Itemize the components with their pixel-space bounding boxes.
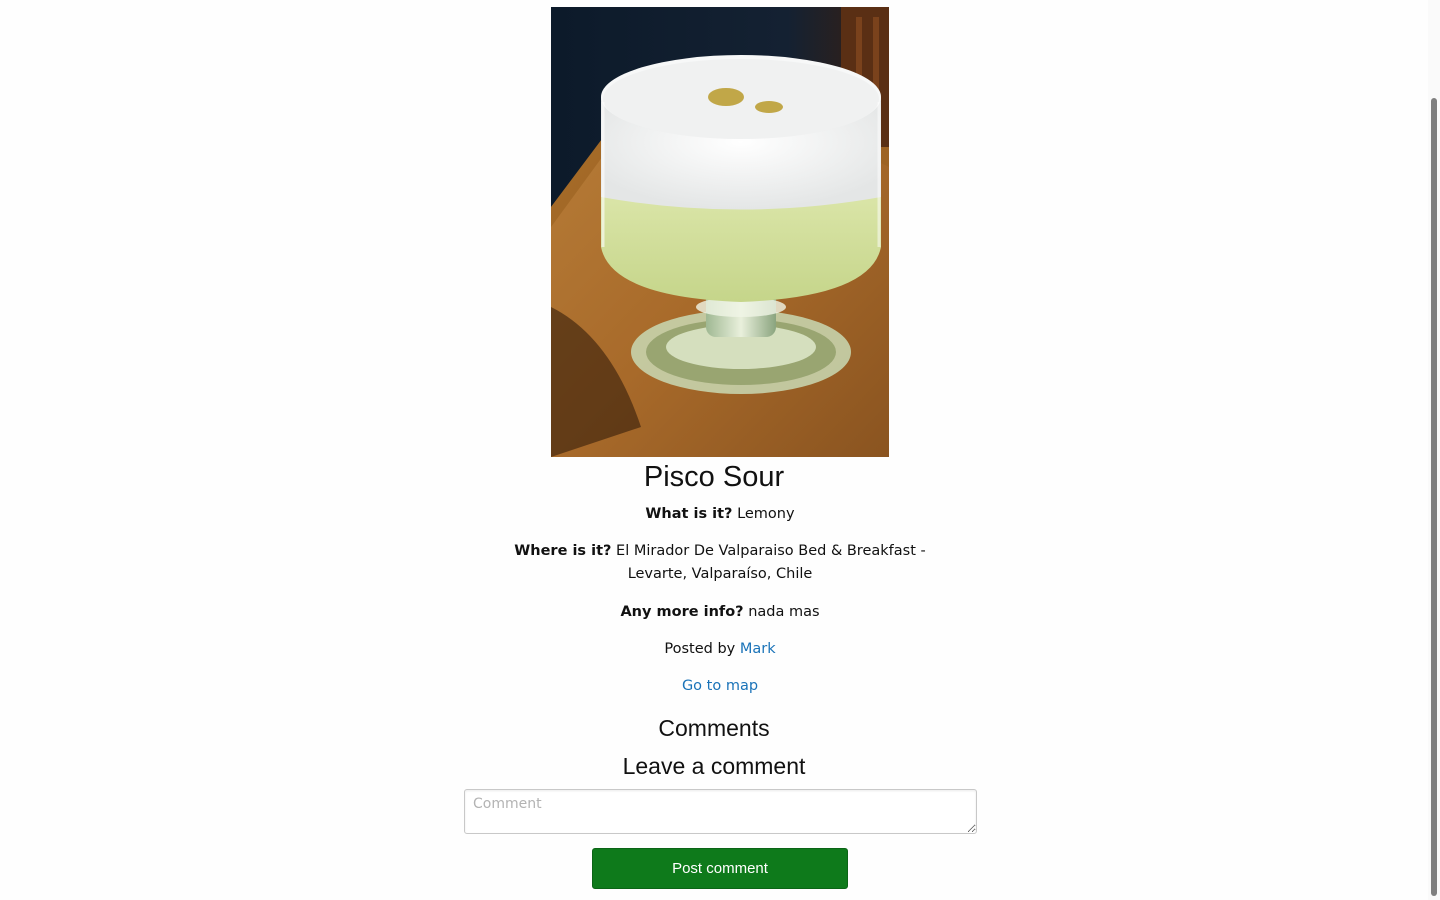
- scrollbar-thumb[interactable]: [1431, 98, 1437, 896]
- author-link[interactable]: Mark: [740, 641, 776, 657]
- posted-by-line: Posted by Mark: [490, 638, 950, 661]
- leave-comment-heading: Leave a comment: [622, 753, 806, 779]
- comment-input[interactable]: [464, 789, 977, 834]
- go-to-map-link[interactable]: Go to map: [682, 678, 758, 694]
- page: Pisco Sour What is it? Lemony Where is i…: [0, 0, 1440, 900]
- page-scrollbar[interactable]: [1428, 0, 1440, 900]
- what-is-it-value: Lemony: [737, 506, 795, 522]
- what-is-it-label: What is it?: [645, 506, 733, 522]
- where-is-it-value: El Mirador De Valparaiso Bed & Breakfast…: [616, 543, 926, 582]
- post-photo: [551, 7, 889, 457]
- post-comment-button[interactable]: Post comment: [592, 848, 848, 889]
- more-info-label: Any more info?: [620, 604, 744, 620]
- post-detail: Pisco Sour What is it? Lemony Where is i…: [0, 0, 1428, 900]
- where-is-it-label: Where is it?: [514, 543, 612, 559]
- what-is-it-line: What is it? Lemony: [490, 503, 950, 526]
- more-info-line: Any more info? nada mas: [490, 601, 950, 624]
- post-title: Pisco Sour: [643, 461, 785, 493]
- more-info-value: nada mas: [748, 604, 820, 620]
- comments-heading: Comments: [658, 715, 770, 741]
- where-is-it-line: Where is it? El Mirador De Valparaiso Be…: [490, 540, 950, 586]
- posted-by-prefix: Posted by: [664, 641, 736, 657]
- map-link-line: Go to map: [490, 675, 950, 698]
